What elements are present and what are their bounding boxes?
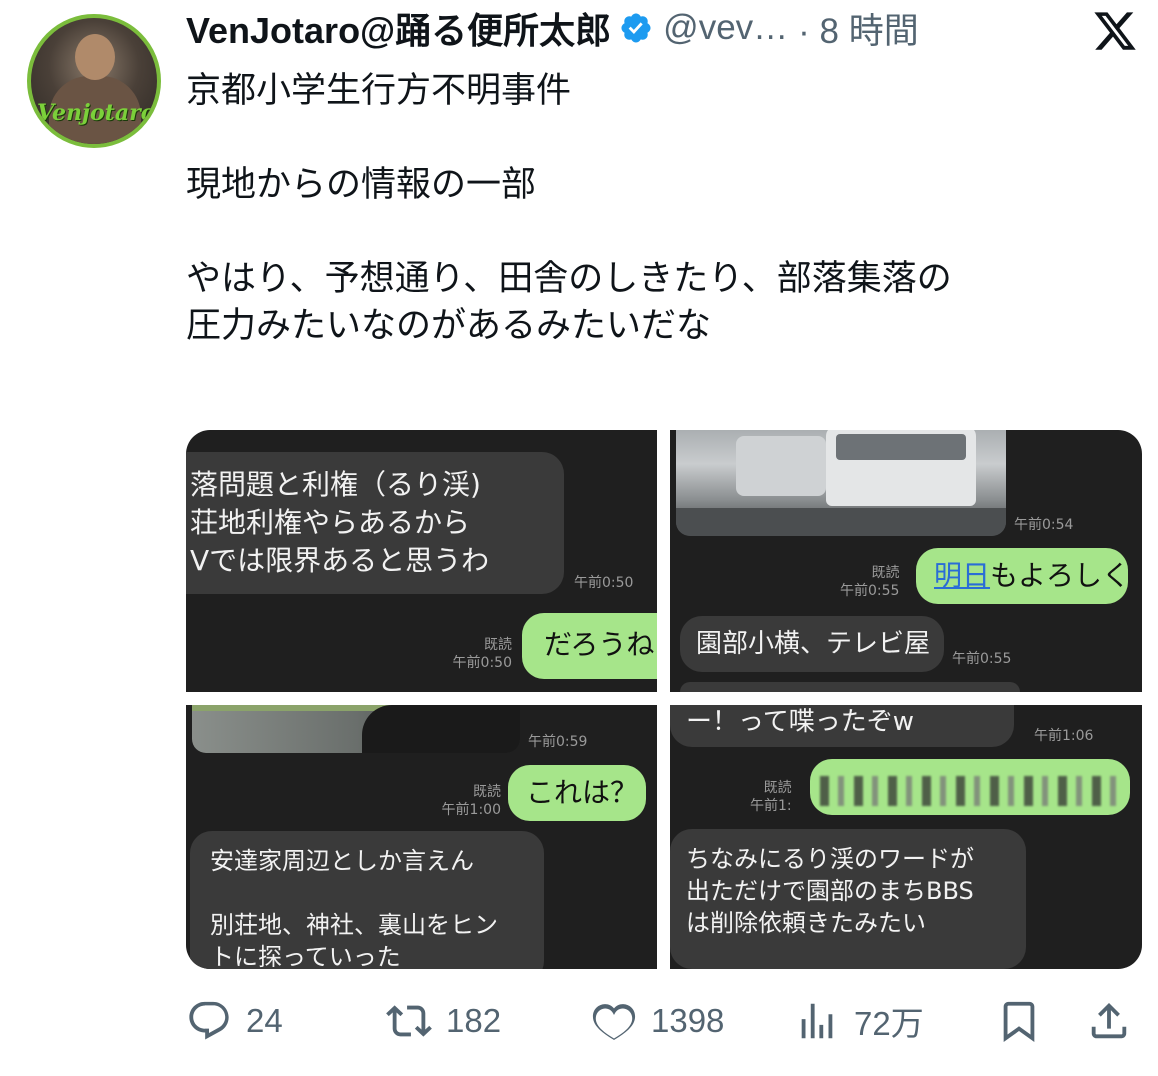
chat-message: 落問題と利権（るり渓) 荘地利権やらあるから Vでは限界あると思うわ (186, 452, 564, 594)
van-photo (676, 430, 1006, 536)
post-header: VenJotaro@踊る便所太郎 @vev… · 8 時間 (186, 6, 1146, 51)
views-button[interactable]: 72万 (794, 996, 924, 1046)
x-logo-icon[interactable] (1090, 8, 1140, 54)
media-image-4[interactable]: ー！って喋ったぞw 午前1:06 既読 午前1: ちなみにるり渓のワードが 出た… (670, 705, 1142, 969)
chat-reply: 明日もよろしく (916, 548, 1130, 604)
post-body: 京都小学生行方不明事件 現地からの情報の一部 やはり、予想通り、田舎のしきたり、… (186, 68, 1126, 350)
read-receipt: 既読 午前1: (750, 780, 792, 814)
views-chart-icon (801, 1003, 833, 1039)
chat-reply: これは？ (508, 765, 646, 821)
repost-count: 182 (446, 1002, 502, 1039)
share-icon (1091, 1002, 1127, 1039)
author-avatar[interactable]: Venjotaro (27, 14, 161, 148)
reply-button[interactable]: 24 (186, 996, 283, 1046)
share-button[interactable] (1086, 996, 1132, 1046)
reply-count: 24 (246, 1002, 283, 1039)
avatar-logo-text: Venjotaro (37, 100, 156, 126)
media-image-2[interactable]: 午前0:54 既読 午前0:55 明日もよろしく 園部小横、テレビ屋 午前0:5… (670, 430, 1142, 692)
road-photo (192, 705, 520, 753)
post-line: 現地からの情報の一部 (186, 165, 537, 205)
read-receipt: 既読 午前0:50 (452, 637, 512, 671)
media-grid[interactable]: 落問題と利権（るり渓) 荘地利権やらあるから Vでは限界あると思うわ 午前0:5… (186, 430, 1142, 969)
read-receipt: 既読 午前1:00 (441, 784, 501, 818)
message-time: 午前0:54 (1014, 517, 1074, 533)
redacted-text (820, 776, 1120, 806)
post-line: 圧力みたいなのがあるみたいだな (186, 306, 712, 346)
repost-icon (386, 1005, 432, 1037)
reply-icon (189, 1001, 229, 1040)
post-actions: 24 182 1398 72万 (186, 996, 1146, 1046)
message-time: 午前1:06 (1034, 728, 1094, 744)
views-count: 72万 (854, 1005, 924, 1042)
post-line: 京都小学生行方不明事件 (186, 71, 572, 111)
reply-link[interactable]: 明日 (934, 559, 990, 592)
avatar-head (75, 34, 115, 80)
chat-reply: だろうね (522, 613, 657, 679)
message-time: 午前0:55 (952, 651, 1012, 667)
message-time: 午前0:50 (574, 575, 634, 591)
heart-icon (592, 1004, 636, 1040)
post-time[interactable]: · 8 時間 (798, 3, 919, 54)
verified-badge-icon (621, 13, 651, 43)
chat-message: 園部小横、テレビ屋 (680, 616, 944, 672)
chat-message: ちなみにるり渓のワードが 出ただけで園部のまちBBS は削除依頼きたみたい (670, 829, 1026, 969)
post-line: やはり、予想通り、田舎のしきたり、部落集落の (186, 259, 952, 299)
like-button[interactable]: 1398 (591, 996, 724, 1046)
chat-message: 安達家周辺としか言えん 別荘地、神社、裏山をヒン トに探っていった (190, 831, 544, 969)
bookmark-button[interactable] (996, 996, 1042, 1046)
bookmark-icon (1003, 1001, 1035, 1042)
repost-button[interactable]: 182 (386, 996, 501, 1046)
media-image-1[interactable]: 落問題と利権（るり渓) 荘地利権やらあるから Vでは限界あると思うわ 午前0:5… (186, 430, 657, 692)
author-name[interactable]: VenJotaro@踊る便所太郎 (186, 2, 611, 54)
media-image-3[interactable]: 午前0:59 既読 午前1:00 これは？ 安達家周辺としか言えん 別荘地、神社… (186, 705, 657, 969)
chat-reply-redacted (810, 759, 1130, 815)
like-count: 1398 (651, 1002, 725, 1039)
chat-message: ー！って喋ったぞw (670, 705, 1014, 747)
read-receipt: 既読 午前0:55 (840, 565, 900, 599)
author-handle[interactable]: @vev… (663, 8, 788, 48)
message-time: 午前0:59 (528, 734, 588, 750)
